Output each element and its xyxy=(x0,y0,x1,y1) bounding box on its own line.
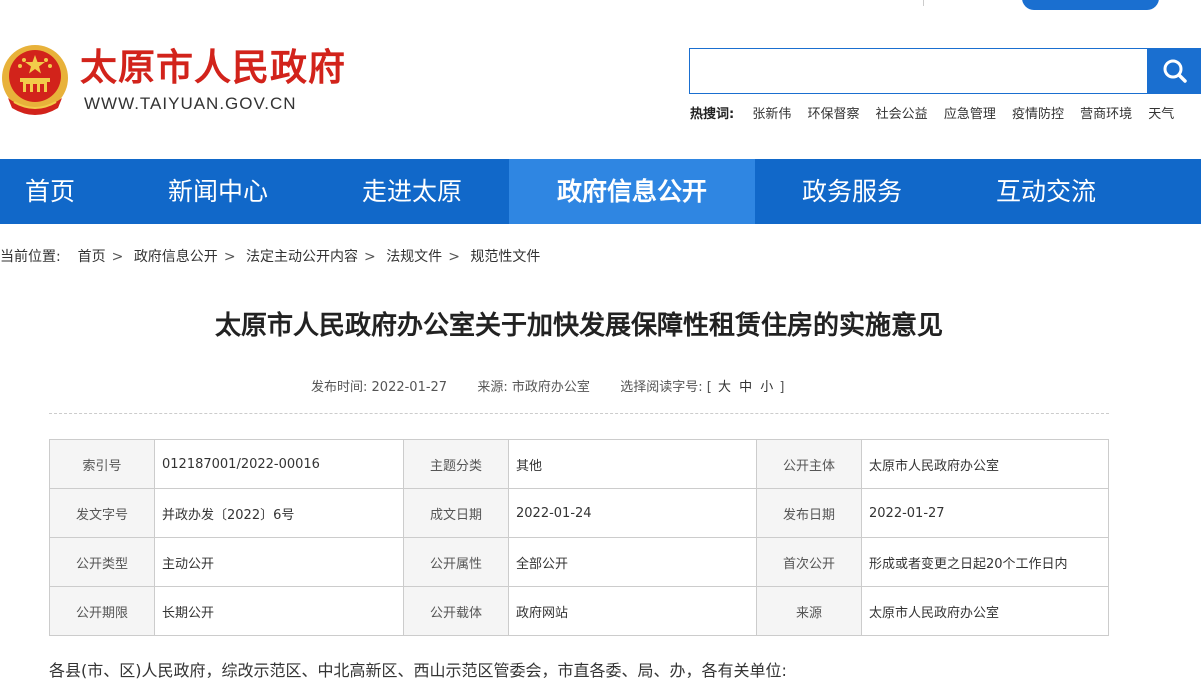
site-title[interactable]: 太原市人民政府 xyxy=(80,46,346,90)
breadcrumb-item[interactable]: 法规文件 xyxy=(386,249,442,265)
table-value: 形成或者变更之日起20个工作日内 xyxy=(861,537,1109,587)
table-key: 索引号 xyxy=(49,439,155,489)
nav-item-home[interactable]: 首页 xyxy=(0,159,100,224)
main-nav: 首页 新闻中心 走进太原 政府信息公开 政务服务 互动交流 xyxy=(0,159,1201,224)
table-value: 其他 xyxy=(508,439,757,489)
site-url: WWW.TAIYUAN.GOV.CN xyxy=(84,94,297,113)
table-value: 并政办发〔2022〕6号 xyxy=(154,488,404,538)
table-value: 太原市人民政府办公室 xyxy=(861,586,1109,636)
search-button[interactable] xyxy=(1148,48,1201,94)
publish-date: 2022-01-27 xyxy=(371,380,448,395)
breadcrumb-item[interactable]: 政府信息公开 xyxy=(134,249,218,265)
table-key: 主题分类 xyxy=(403,439,509,489)
breadcrumb-item[interactable]: 规范性文件 xyxy=(470,249,540,265)
hot-word[interactable]: 张新伟 xyxy=(752,107,791,122)
table-row: 发文字号 并政办发〔2022〕6号 成文日期 2022-01-24 发布日期 2… xyxy=(49,488,1109,538)
hot-search: 热搜词: 张新伟 环保督察 社会公益 应急管理 疫情防控 营商环境 天气 xyxy=(690,103,1186,122)
table-value: 政府网站 xyxy=(508,586,757,636)
source-label: 来源: xyxy=(477,380,508,395)
hot-word[interactable]: 社会公益 xyxy=(876,107,928,122)
table-key: 公开类型 xyxy=(49,537,155,587)
table-key: 成文日期 xyxy=(403,488,509,538)
search-input[interactable] xyxy=(698,51,1142,93)
table-value: 2022-01-27 xyxy=(861,488,1109,538)
nav-item-services[interactable]: 政务服务 xyxy=(752,159,952,224)
fontsize-bracket: ] xyxy=(779,380,785,395)
table-key: 来源 xyxy=(756,586,862,636)
nav-item-interaction[interactable]: 互动交流 xyxy=(946,159,1146,224)
table-value: 012187001/2022-00016 xyxy=(154,439,404,489)
nav-item-news[interactable]: 新闻中心 xyxy=(118,159,318,224)
table-value: 主动公开 xyxy=(154,537,404,587)
fontsize-label: 选择阅读字号: xyxy=(620,380,703,395)
source-value: 市政府办公室 xyxy=(511,380,590,395)
search-box xyxy=(689,48,1148,94)
breadcrumb: 当前位置: 首页 > 政府信息公开 > 法定主动公开内容 > 法规文件 > 规范性文件 xyxy=(0,246,540,266)
hot-word[interactable]: 营商环境 xyxy=(1080,107,1132,122)
breadcrumb-separator-icon: > xyxy=(364,249,376,265)
table-row: 索引号 012187001/2022-00016 主题分类 其他 公开主体 太原… xyxy=(49,439,1109,489)
top-divider xyxy=(923,0,924,6)
table-key: 公开主体 xyxy=(756,439,862,489)
table-row: 公开类型 主动公开 公开属性 全部公开 首次公开 形成或者变更之日起20个工作日… xyxy=(49,537,1109,587)
article-meta: 发布时间: 2022-01-27 来源: 市政府办公室 选择阅读字号: [ 大 … xyxy=(311,376,785,395)
divider xyxy=(49,413,1109,414)
breadcrumb-separator-icon: > xyxy=(223,249,236,265)
hot-word[interactable]: 疫情防控 xyxy=(1012,107,1064,122)
table-key: 公开载体 xyxy=(403,586,509,636)
publish-label: 发布时间: xyxy=(311,380,368,395)
info-table: 索引号 012187001/2022-00016 主题分类 其他 公开主体 太原… xyxy=(49,439,1109,636)
top-link-button[interactable] xyxy=(1022,0,1159,10)
fontsize-medium-button[interactable]: 中 xyxy=(739,380,752,395)
search-icon xyxy=(1163,59,1187,83)
table-key: 首次公开 xyxy=(756,537,862,587)
breadcrumb-label: 当前位置: xyxy=(0,249,61,265)
hot-search-label: 热搜词: xyxy=(690,107,735,122)
nav-item-gov-info[interactable]: 政府信息公开 xyxy=(509,159,755,224)
breadcrumb-item[interactable]: 首页 xyxy=(78,249,106,265)
table-key: 公开属性 xyxy=(403,537,509,587)
breadcrumb-separator-icon: > xyxy=(111,249,124,265)
table-value: 全部公开 xyxy=(508,537,757,587)
nav-item-about[interactable]: 走进太原 xyxy=(312,159,512,224)
fontsize-bracket: [ xyxy=(706,380,712,395)
table-key: 发文字号 xyxy=(49,488,155,538)
national-emblem-icon xyxy=(2,45,68,115)
table-key: 公开期限 xyxy=(49,586,155,636)
table-value: 长期公开 xyxy=(154,586,404,636)
article-body-line: 各县(市、区)人民政府，综改示范区、中北高新区、西山示范区管委会，市直各委、局、… xyxy=(49,661,787,680)
hot-word[interactable]: 应急管理 xyxy=(944,107,996,122)
hot-word[interactable]: 天气 xyxy=(1148,107,1174,122)
fontsize-small-button[interactable]: 小 xyxy=(760,380,773,395)
breadcrumb-item[interactable]: 法定主动公开内容 xyxy=(246,249,358,265)
fontsize-large-button[interactable]: 大 xyxy=(718,380,731,395)
table-row: 公开期限 长期公开 公开载体 政府网站 来源 太原市人民政府办公室 xyxy=(49,586,1109,636)
table-value: 2022-01-24 xyxy=(508,488,757,538)
breadcrumb-separator-icon: > xyxy=(448,249,460,265)
article-title: 太原市人民政府办公室关于加快发展保障性租赁住房的实施意见 xyxy=(214,311,943,341)
table-key: 发布日期 xyxy=(756,488,862,538)
hot-word[interactable]: 环保督察 xyxy=(808,107,860,122)
table-value: 太原市人民政府办公室 xyxy=(861,439,1109,489)
